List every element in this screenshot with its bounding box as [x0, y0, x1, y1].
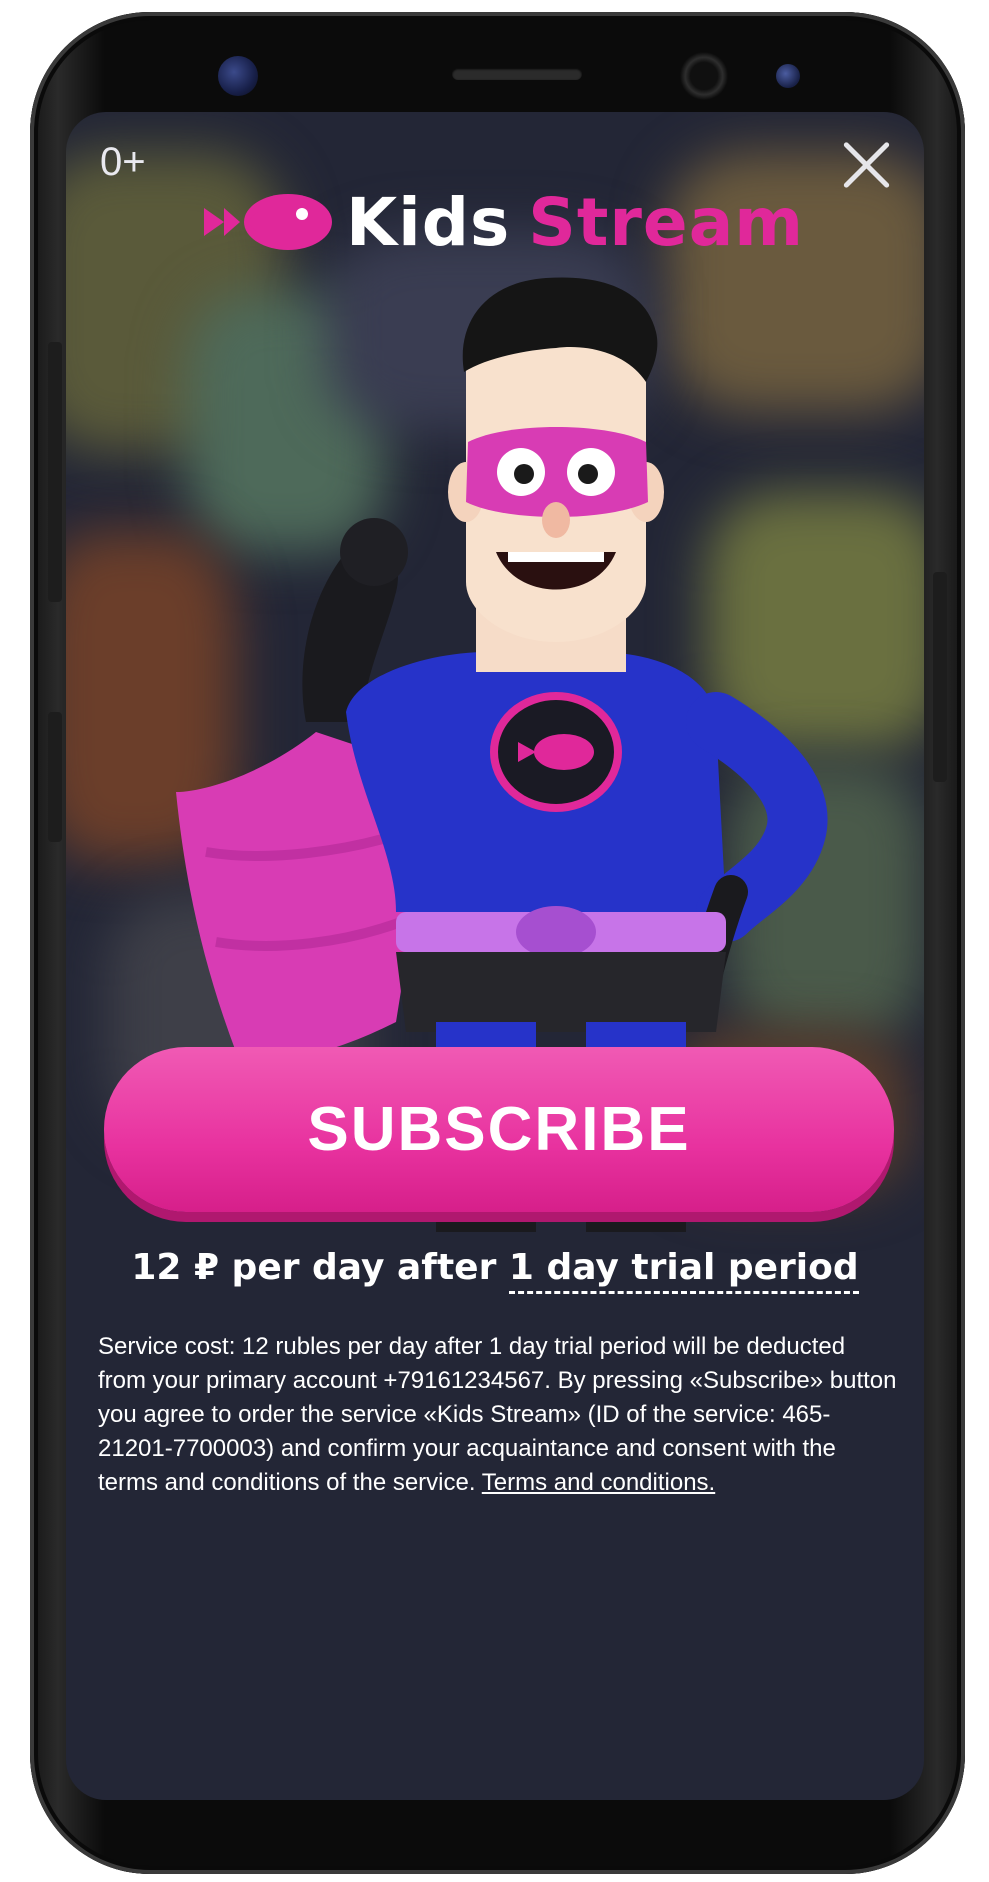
terms-link[interactable]: Terms and conditions. — [482, 1469, 715, 1496]
power-button — [48, 712, 62, 842]
close-icon[interactable] — [832, 130, 902, 200]
price-text: 12 ₽ per day after — [131, 1247, 509, 1288]
app-logo: Kids Stream — [202, 182, 804, 262]
fish-logo-icon — [204, 194, 332, 250]
trial-period-link[interactable]: 1 day trial period — [508, 1247, 859, 1294]
subscribe-button[interactable]: SUBSCRIBE — [104, 1047, 894, 1212]
app-screen: 0+ Kids Stream SUBSCRIBE 12 ₽ per day af… — [66, 112, 924, 1800]
earpiece-speaker — [452, 68, 582, 80]
sensor-icon — [776, 64, 800, 88]
logo-word-stream: Stream — [528, 183, 805, 261]
legal-text: Service cost: 12 rubles per day after 1 … — [98, 1330, 898, 1500]
side-button — [933, 572, 947, 782]
age-rating-label: 0+ — [100, 140, 146, 184]
front-lens-icon — [680, 52, 728, 100]
logo-word-kids: Kids — [346, 183, 511, 261]
subscribe-label: SUBSCRIBE — [307, 1095, 691, 1164]
front-camera-icon — [218, 56, 258, 96]
price-line: 12 ₽ per day after 1 day trial period — [66, 1247, 924, 1294]
volume-button — [48, 342, 62, 602]
